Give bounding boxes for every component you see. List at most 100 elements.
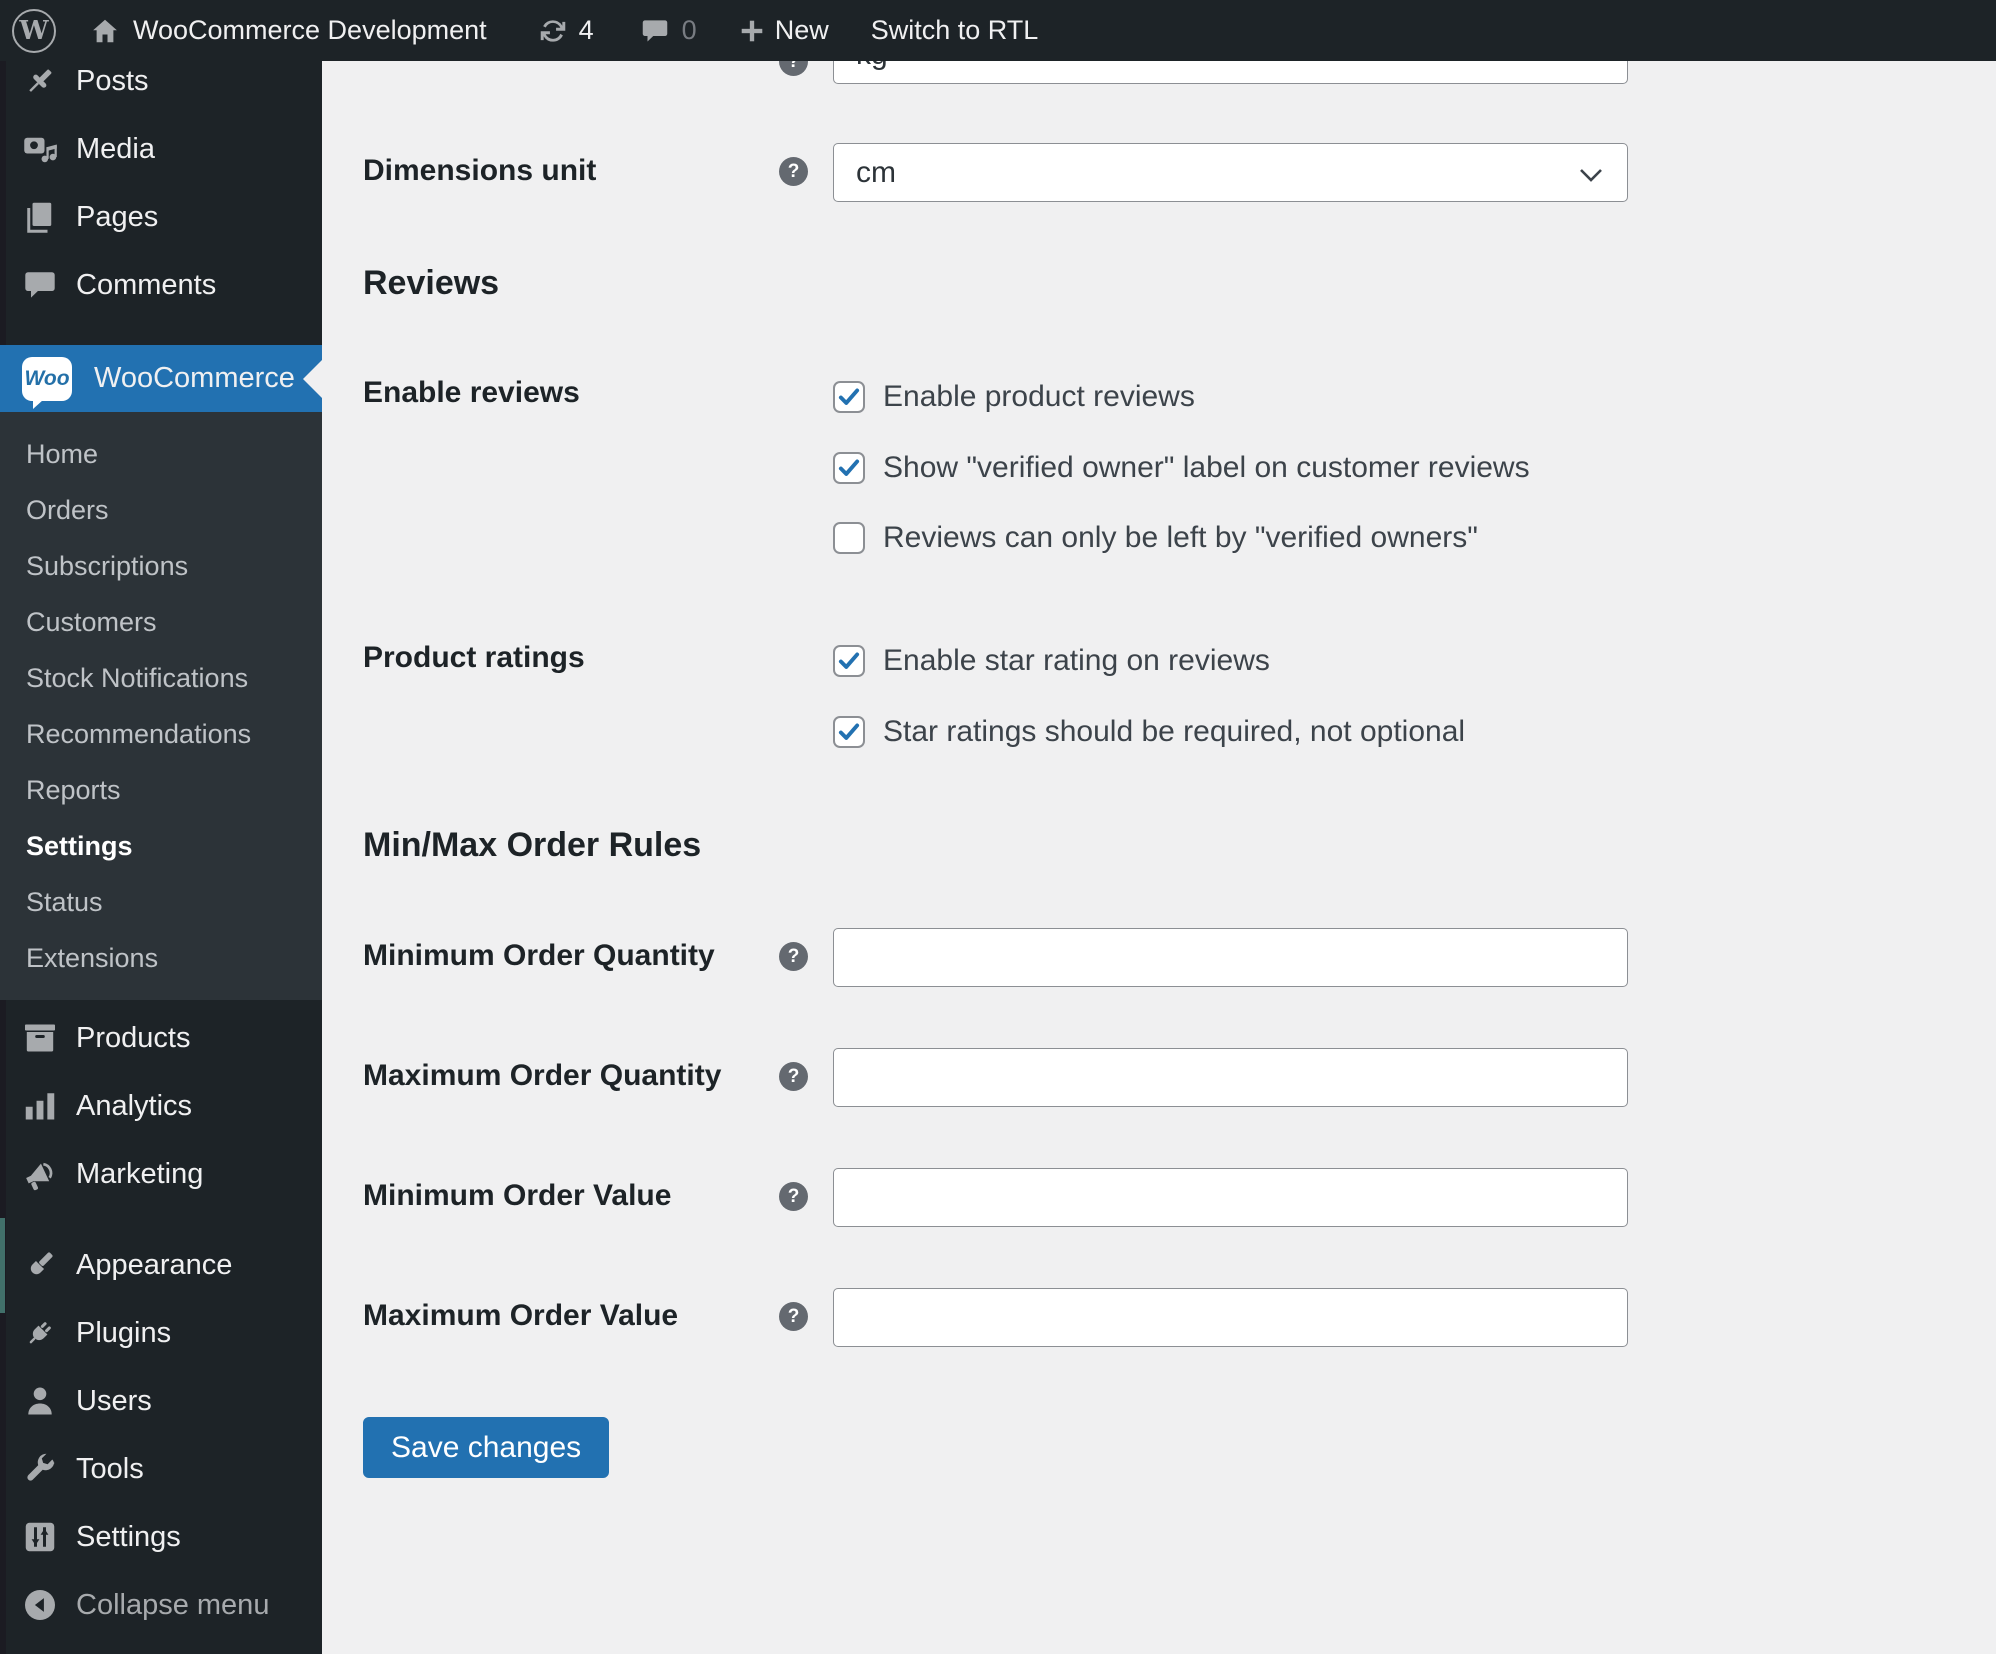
enable-star-rating-checkbox-row[interactable]: Enable star rating on reviews: [833, 642, 1270, 680]
user-icon: [22, 1383, 58, 1419]
dimensions-unit-label: Dimensions unit: [363, 154, 597, 187]
submenu-item-recommendations[interactable]: Recommendations: [0, 706, 322, 762]
current-menu-arrow: [303, 359, 322, 398]
sidebar-item-label: Comments: [76, 268, 217, 301]
comment-icon: [22, 267, 58, 303]
updates-icon[interactable]: [537, 15, 569, 47]
plug-icon: [22, 1315, 58, 1351]
sidebar-item-media[interactable]: Media: [0, 115, 322, 183]
media-icon: [22, 131, 58, 167]
wordpress-admin-page: W WooCommerce Development 4 0 New Switch…: [0, 0, 1996, 1654]
selected-option: cm: [856, 155, 896, 189]
site-name[interactable]: WooCommerce Development: [133, 15, 487, 46]
help-icon[interactable]: ?: [779, 157, 808, 186]
sidebar-item-label: Posts: [76, 64, 149, 97]
save-changes-button[interactable]: Save changes: [363, 1417, 610, 1478]
woocommerce-submenu: Home Orders Subscriptions Customers Stoc…: [0, 412, 322, 1000]
submenu-item-status[interactable]: Status: [0, 874, 322, 930]
updates-count[interactable]: 4: [579, 15, 594, 46]
switch-to-rtl-menu-item[interactable]: Switch to RTL: [871, 15, 1039, 46]
star-ratings-required-checkbox-row[interactable]: Star ratings should be required, not opt…: [833, 713, 1465, 751]
submenu-item-settings[interactable]: Settings: [0, 818, 322, 874]
maximum-order-value-input[interactable]: [833, 1288, 1628, 1347]
minimum-order-quantity-input[interactable]: [833, 928, 1628, 987]
comments-count[interactable]: 0: [682, 15, 697, 46]
wordpress-logo-icon[interactable]: W: [12, 8, 56, 53]
megaphone-icon: [22, 1156, 58, 1192]
admin-sidebar: Posts Media Pages Comments Woo WooCommer…: [0, 0, 322, 1654]
submenu-item-orders[interactable]: Orders: [0, 482, 322, 538]
sidebar-item-users[interactable]: Users: [0, 1367, 322, 1435]
admin-menu: Posts Media Pages Comments Woo WooCommer…: [0, 0, 322, 1639]
sidebar-item-label: Appearance: [76, 1248, 233, 1281]
reviews-heading: Reviews: [363, 264, 500, 302]
enable-product-reviews-checkbox-row[interactable]: Enable product reviews: [833, 378, 1195, 416]
minimum-order-value-label: Minimum Order Value: [363, 1179, 672, 1212]
help-icon[interactable]: ?: [779, 1302, 808, 1331]
help-icon[interactable]: ?: [779, 1062, 808, 1091]
checkbox-label[interactable]: Reviews can only be left by "verified ow…: [883, 519, 1478, 557]
submenu-item-stock-notifications[interactable]: Stock Notifications: [0, 650, 322, 706]
submenu-item-extensions[interactable]: Extensions: [0, 930, 322, 986]
settings-content: ? kg Dimensions unit ? cm Reviews Enable…: [322, 0, 1996, 1654]
sidebar-item-woocommerce[interactable]: Woo WooCommerce: [0, 345, 322, 412]
checkbox[interactable]: [833, 645, 865, 677]
new-menu-item[interactable]: New: [775, 15, 829, 46]
product-ratings-label: Product ratings: [363, 641, 585, 674]
minimum-order-quantity-label: Minimum Order Quantity: [363, 939, 715, 972]
sidebar-item-analytics[interactable]: Analytics: [0, 1072, 322, 1140]
paintbrush-icon: [22, 1247, 58, 1283]
sidebar-item-label: Users: [76, 1384, 152, 1417]
minimum-order-value-input[interactable]: [833, 1168, 1628, 1227]
pushpin-icon: [22, 63, 58, 99]
sidebar-item-label: Plugins: [76, 1316, 172, 1349]
checkbox[interactable]: [833, 522, 865, 554]
products-box-icon: [22, 1020, 58, 1056]
sidebar-item-label: WooCommerce: [94, 362, 295, 394]
sidebar-item-label: Analytics: [76, 1089, 193, 1122]
sidebar-item-products[interactable]: Products: [0, 1004, 322, 1072]
verified-owner-label-checkbox-row[interactable]: Show "verified owner" label on customer …: [833, 449, 1530, 487]
sidebar-item-plugins[interactable]: Plugins: [0, 1299, 322, 1367]
maximum-order-quantity-label: Maximum Order Quantity: [363, 1059, 722, 1092]
checkbox[interactable]: [833, 381, 865, 413]
background-artifact: [0, 1218, 5, 1313]
sidebar-item-label: Settings: [76, 1520, 181, 1553]
sidebar-item-label: Tools: [76, 1452, 144, 1485]
submenu-item-subscriptions[interactable]: Subscriptions: [0, 538, 322, 594]
sidebar-item-label: Media: [76, 132, 155, 165]
collapse-menu-label: Collapse menu: [76, 1588, 270, 1621]
checkbox-label[interactable]: Show "verified owner" label on customer …: [883, 449, 1530, 487]
sidebar-item-settings[interactable]: Settings: [0, 1503, 322, 1571]
sidebar-item-label: Marketing: [76, 1157, 204, 1190]
checkbox-label[interactable]: Star ratings should be required, not opt…: [883, 713, 1465, 751]
admin-bar: W WooCommerce Development 4 0 New Switch…: [0, 0, 1996, 61]
sidebar-item-tools[interactable]: Tools: [0, 1435, 322, 1503]
home-icon[interactable]: [90, 16, 120, 46]
help-icon[interactable]: ?: [779, 1182, 808, 1211]
submenu-item-customers[interactable]: Customers: [0, 594, 322, 650]
checkbox-label[interactable]: Enable star rating on reviews: [883, 642, 1270, 680]
sidebar-item-pages[interactable]: Pages: [0, 183, 322, 251]
sidebar-item-comments[interactable]: Comments: [0, 251, 322, 319]
checkbox[interactable]: [833, 452, 865, 484]
checkbox-label[interactable]: Enable product reviews: [883, 378, 1195, 416]
submenu-item-home[interactable]: Home: [0, 426, 322, 482]
bar-chart-icon: [22, 1088, 58, 1124]
woocommerce-logo-icon: Woo: [22, 356, 72, 409]
comments-bubble-icon[interactable]: [640, 16, 670, 46]
collapse-menu-button[interactable]: Collapse menu: [0, 1571, 322, 1639]
help-icon[interactable]: ?: [779, 942, 808, 971]
plus-icon[interactable]: [739, 18, 765, 44]
dimensions-unit-select[interactable]: cm: [833, 143, 1628, 202]
sidebar-item-marketing[interactable]: Marketing: [0, 1140, 322, 1208]
submenu-item-reports[interactable]: Reports: [0, 762, 322, 818]
pages-icon: [22, 199, 58, 235]
checkbox[interactable]: [833, 716, 865, 748]
collapse-arrow-icon: [22, 1587, 58, 1623]
sliders-icon: [22, 1519, 58, 1555]
maximum-order-value-label: Maximum Order Value: [363, 1299, 679, 1332]
sidebar-item-appearance[interactable]: Appearance: [0, 1231, 322, 1299]
maximum-order-quantity-input[interactable]: [833, 1048, 1628, 1107]
verified-owners-only-checkbox-row[interactable]: Reviews can only be left by "verified ow…: [833, 519, 1478, 557]
